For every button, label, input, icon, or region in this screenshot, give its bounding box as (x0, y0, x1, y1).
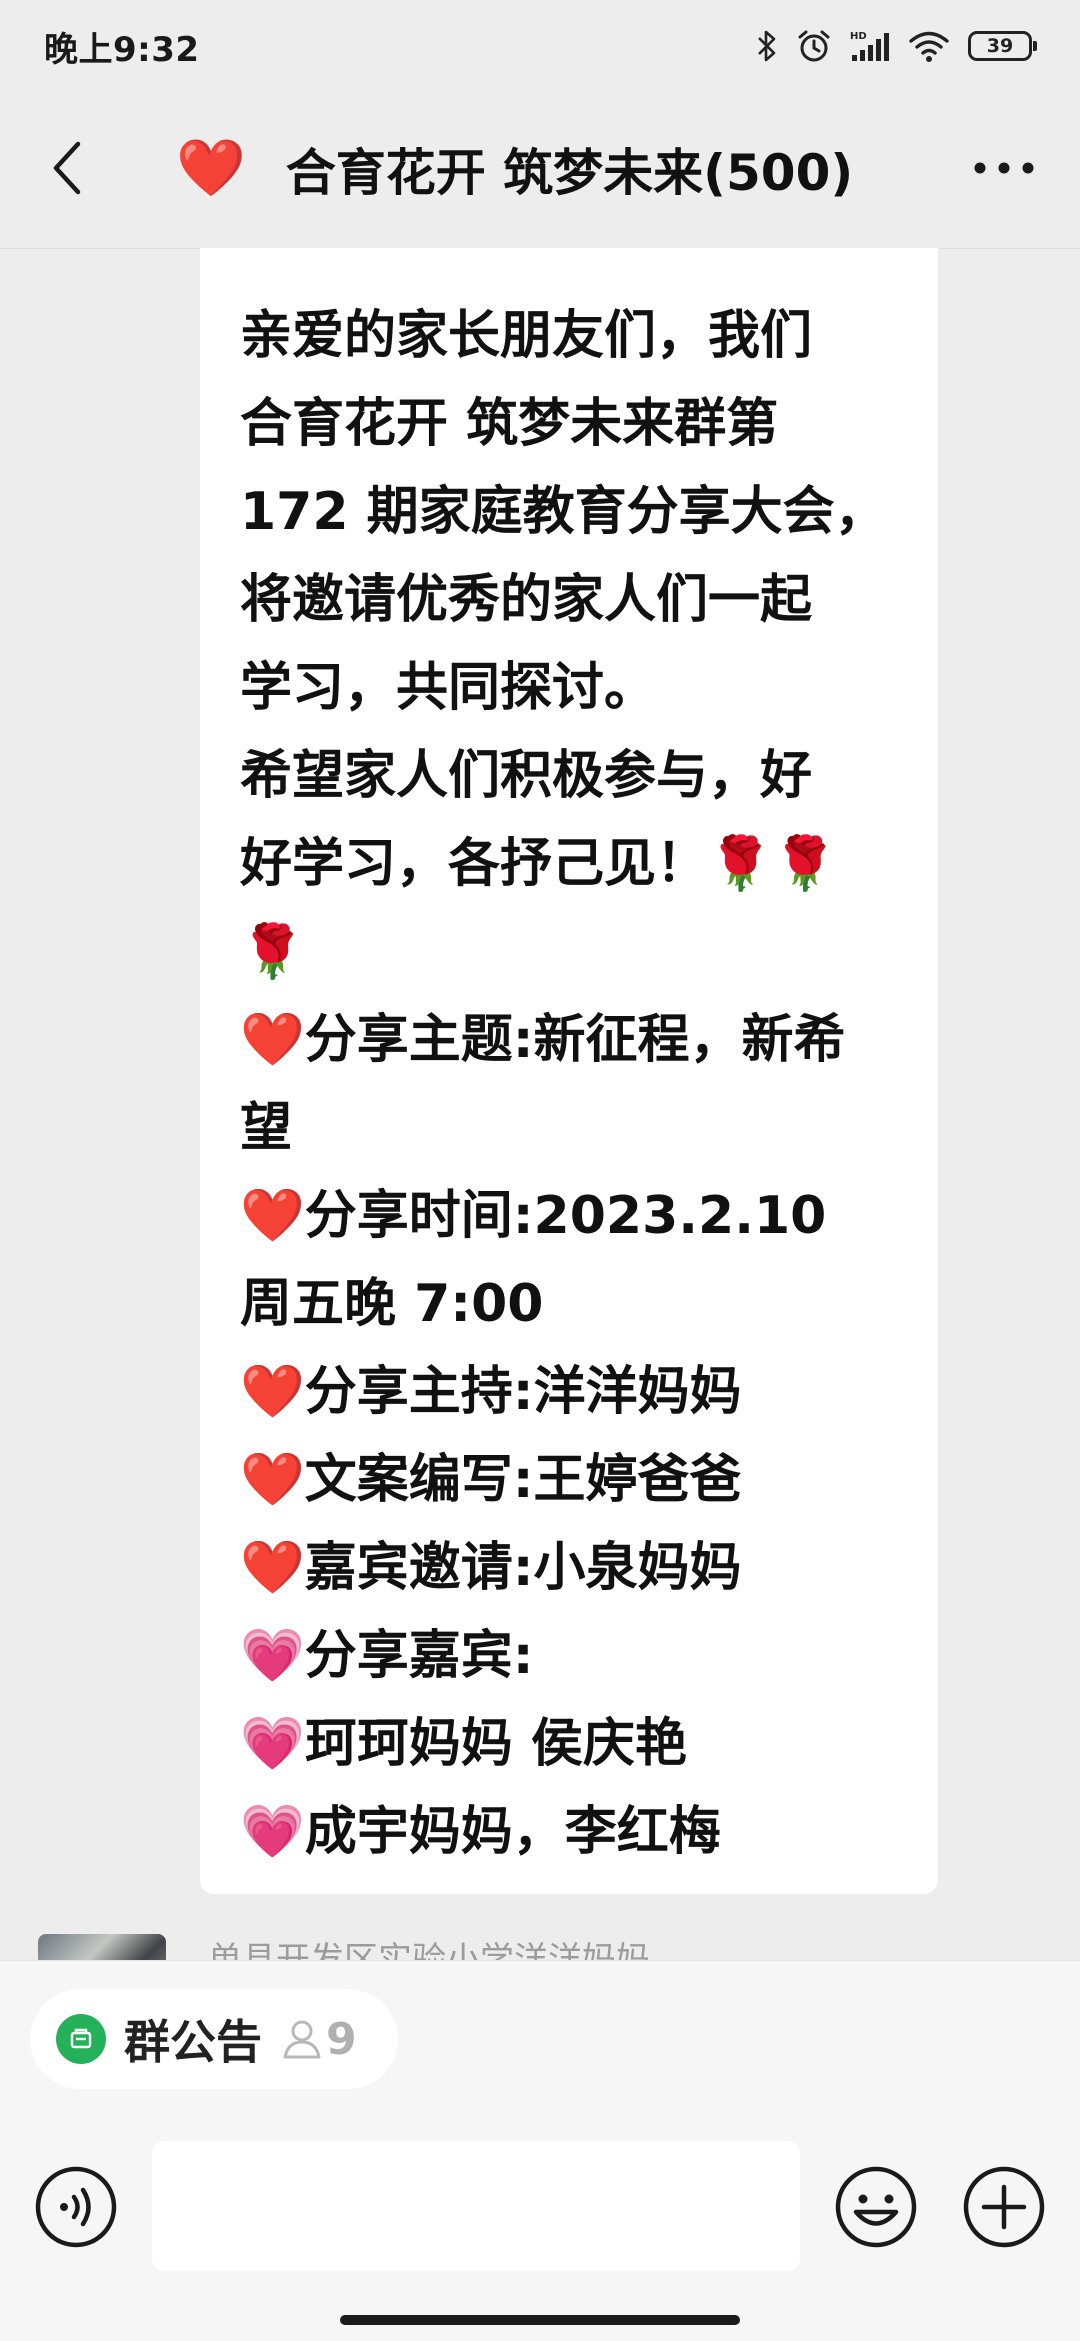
next-message: 单县开发区实验小学洋洋妈妈 (0, 1926, 1080, 1960)
notice-count: 9 (282, 2014, 357, 2065)
wifi-icon (908, 29, 950, 63)
message-line: 💗成宇妈妈，李红梅 (240, 1802, 721, 1862)
message-line: ❤️分享时间:2023.2.10 (240, 1186, 827, 1246)
more-functions-button[interactable] (962, 2165, 1046, 2249)
message-bubble[interactable]: 亲爱的家长朋友们，我们 合育花开 筑梦未来群第 172 期家庭教育分享大会， 将… (200, 248, 938, 1894)
message-line: ❤️嘉宾邀请:小泉妈妈 (240, 1538, 742, 1598)
svg-text:HD: HD (850, 31, 867, 42)
bluetooth-icon (756, 29, 778, 63)
status-bar: 晚上9:32 HD 39 (0, 0, 1080, 92)
chat-title-text: 合育花开 筑梦未来(500) (285, 144, 854, 202)
more-button[interactable] (964, 136, 1044, 200)
message-line: 将邀请优秀的家人们一起 (240, 570, 813, 630)
alarm-icon (796, 28, 832, 64)
message-line: ❤️分享主持:洋洋妈妈 (240, 1362, 742, 1422)
emoji-button[interactable] (834, 2165, 918, 2249)
heart-icon: ❤️ (176, 136, 246, 201)
notice-icon (56, 2014, 106, 2064)
chat-header: ❤️ 合育花开 筑梦未来(500) (0, 92, 1080, 249)
message-input[interactable] (152, 2141, 800, 2271)
smiley-icon (835, 2166, 917, 2248)
message-line: 亲爱的家长朋友们，我们 (240, 306, 813, 366)
avatar[interactable] (38, 1934, 166, 1960)
battery-icon: 39 (968, 31, 1037, 61)
message-line: 学习，共同探讨。 (240, 658, 657, 718)
status-time: 晚上9:32 (44, 30, 200, 70)
battery-level: 39 (986, 35, 1014, 57)
group-notice-button[interactable]: 群公告 9 (30, 1989, 398, 2089)
hd-signal-icon: HD (850, 29, 890, 63)
chevron-left-icon (53, 141, 81, 195)
message-line: 合育花开 筑梦未来群第 (240, 394, 779, 454)
sender-name: 单县开发区实验小学洋洋妈妈 (208, 1940, 650, 1960)
message-line: 💗分享嘉宾: (240, 1626, 534, 1686)
voice-icon (35, 2166, 117, 2248)
status-icons: HD 39 (756, 22, 1037, 70)
home-indicator (340, 2315, 740, 2325)
message-line: ❤️分享主题:新征程，新希 (240, 1010, 846, 1070)
person-icon (283, 2020, 321, 2059)
chat-title: ❤️ 合育花开 筑梦未来(500) (176, 136, 854, 203)
notice-label: 群公告 (124, 2015, 262, 2069)
plus-icon (963, 2166, 1045, 2248)
notice-count-value: 9 (326, 2013, 357, 2065)
message-line: 好学习，各抒己见！🌹🌹 (240, 834, 838, 894)
message-line: 希望家人们积极参与，好 (240, 746, 813, 806)
input-panel: 群公告 9 (0, 1960, 1080, 2341)
message-line: 172 期家庭教育分享大会， (240, 482, 887, 542)
message-line: 💗珂珂妈妈 侯庆艳 (240, 1714, 687, 1774)
message-line: 望 (240, 1098, 293, 1158)
voice-button[interactable] (34, 2165, 118, 2249)
message-line: 周五晚 7:00 (240, 1274, 544, 1334)
more-dots-icon (974, 162, 1034, 174)
message-line: ❤️文案编写:王婷爸爸 (240, 1450, 742, 1510)
back-button[interactable] (36, 136, 100, 200)
message-line: 🌹 (240, 922, 305, 982)
